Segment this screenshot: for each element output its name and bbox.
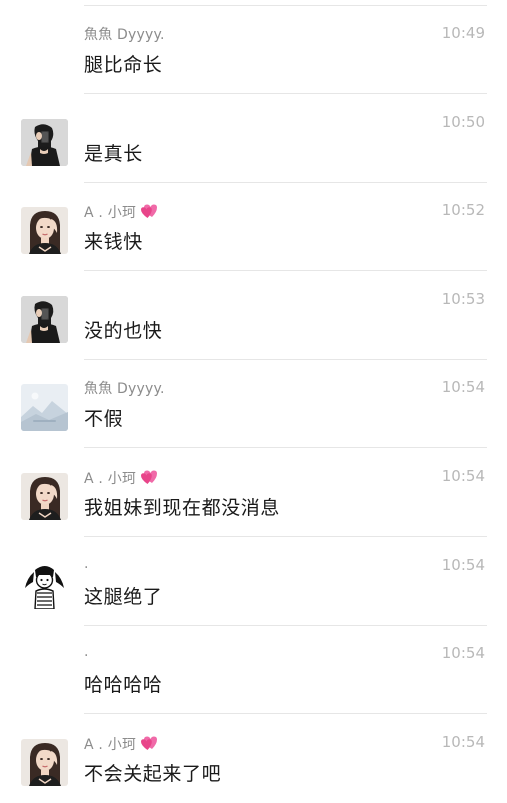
heart-emoji-icon — [139, 467, 159, 489]
avatar[interactable] — [21, 295, 68, 343]
sender-name-text: A . 小珂 — [84, 736, 137, 753]
message-text: 哈哈哈哈 — [84, 674, 163, 697]
message-timestamp: 10:54 — [441, 555, 485, 574]
message-timestamp: 10:54 — [441, 732, 485, 751]
heart-emoji-icon — [139, 201, 159, 223]
message-row[interactable]: A . 小珂 10:54 不会关起来了吧 — [0, 715, 507, 803]
message-row[interactable]: A . 小珂 10:52 来钱快 — [0, 183, 507, 272]
message-timestamp: 10:49 — [441, 24, 485, 42]
message-timestamp: 10:54 — [441, 644, 485, 663]
message-text: 没的也快 — [84, 319, 163, 342]
avatar[interactable] — [21, 118, 68, 166]
avatar[interactable] — [21, 738, 68, 786]
sender-name-text: . — [84, 555, 89, 572]
message-text: 是真长 — [84, 142, 143, 165]
sender-name: . — [84, 556, 89, 572]
message-text: 来钱快 — [84, 231, 143, 254]
message-text: 不会关起来了吧 — [84, 762, 222, 785]
message-text: 不假 — [84, 408, 124, 431]
message-row[interactable]: . 10:54 这腿绝了 — [0, 538, 507, 626]
message-timestamp: 10:50 — [441, 112, 485, 131]
sender-name: . — [84, 644, 89, 660]
sender-name: A . 小珂 — [84, 733, 159, 755]
message-timestamp: 10:52 — [441, 201, 485, 220]
message-text: 我姐妹到现在都没消息 — [84, 497, 281, 519]
avatar[interactable] — [21, 207, 68, 255]
sender-name-text: A . 小珂 — [84, 205, 137, 222]
avatar[interactable] — [21, 473, 68, 520]
message-row[interactable]: 魚魚 Dyyyy. 10:54 不假 — [0, 360, 507, 449]
sender-name-text: 魚魚 Dyyyy. — [84, 381, 165, 398]
message-row[interactable]: A . 小珂 10:54 我姐妹到现在都没消息 — [0, 449, 507, 537]
message-timestamp: 10:53 — [441, 289, 485, 308]
sender-name-text: A . 小珂 — [84, 471, 137, 487]
heart-emoji-icon — [139, 733, 159, 755]
message-row[interactable]: 10:53 没的也快 — [0, 272, 507, 360]
sender-name-text: . — [84, 644, 89, 661]
message-feed: 魚魚 Dyyyy. 10:49 腿比命长 10:50 是真长 A . 小珂 10:52… — [0, 0, 507, 800]
message-row[interactable]: 魚魚 Dyyyy. 10:49 腿比命长 — [0, 6, 507, 94]
message-timestamp: 10:54 — [441, 378, 485, 397]
avatar[interactable] — [21, 384, 68, 432]
sender-name: A . 小珂 — [84, 201, 159, 223]
sender-name: 魚魚 Dyyyy. — [84, 24, 165, 44]
message-row[interactable]: 10:50 是真长 — [0, 95, 507, 183]
message-text: 这腿绝了 — [84, 585, 163, 608]
avatar[interactable] — [21, 561, 68, 609]
message-text: 腿比命长 — [84, 54, 163, 76]
sender-name-text: 魚魚 Dyyyy. — [84, 27, 165, 43]
message-row[interactable]: . 10:54 哈哈哈哈 — [0, 626, 507, 715]
sender-name: 魚魚 Dyyyy. — [84, 378, 165, 398]
message-timestamp: 10:54 — [441, 467, 485, 485]
sender-name: A . 小珂 — [84, 467, 159, 489]
